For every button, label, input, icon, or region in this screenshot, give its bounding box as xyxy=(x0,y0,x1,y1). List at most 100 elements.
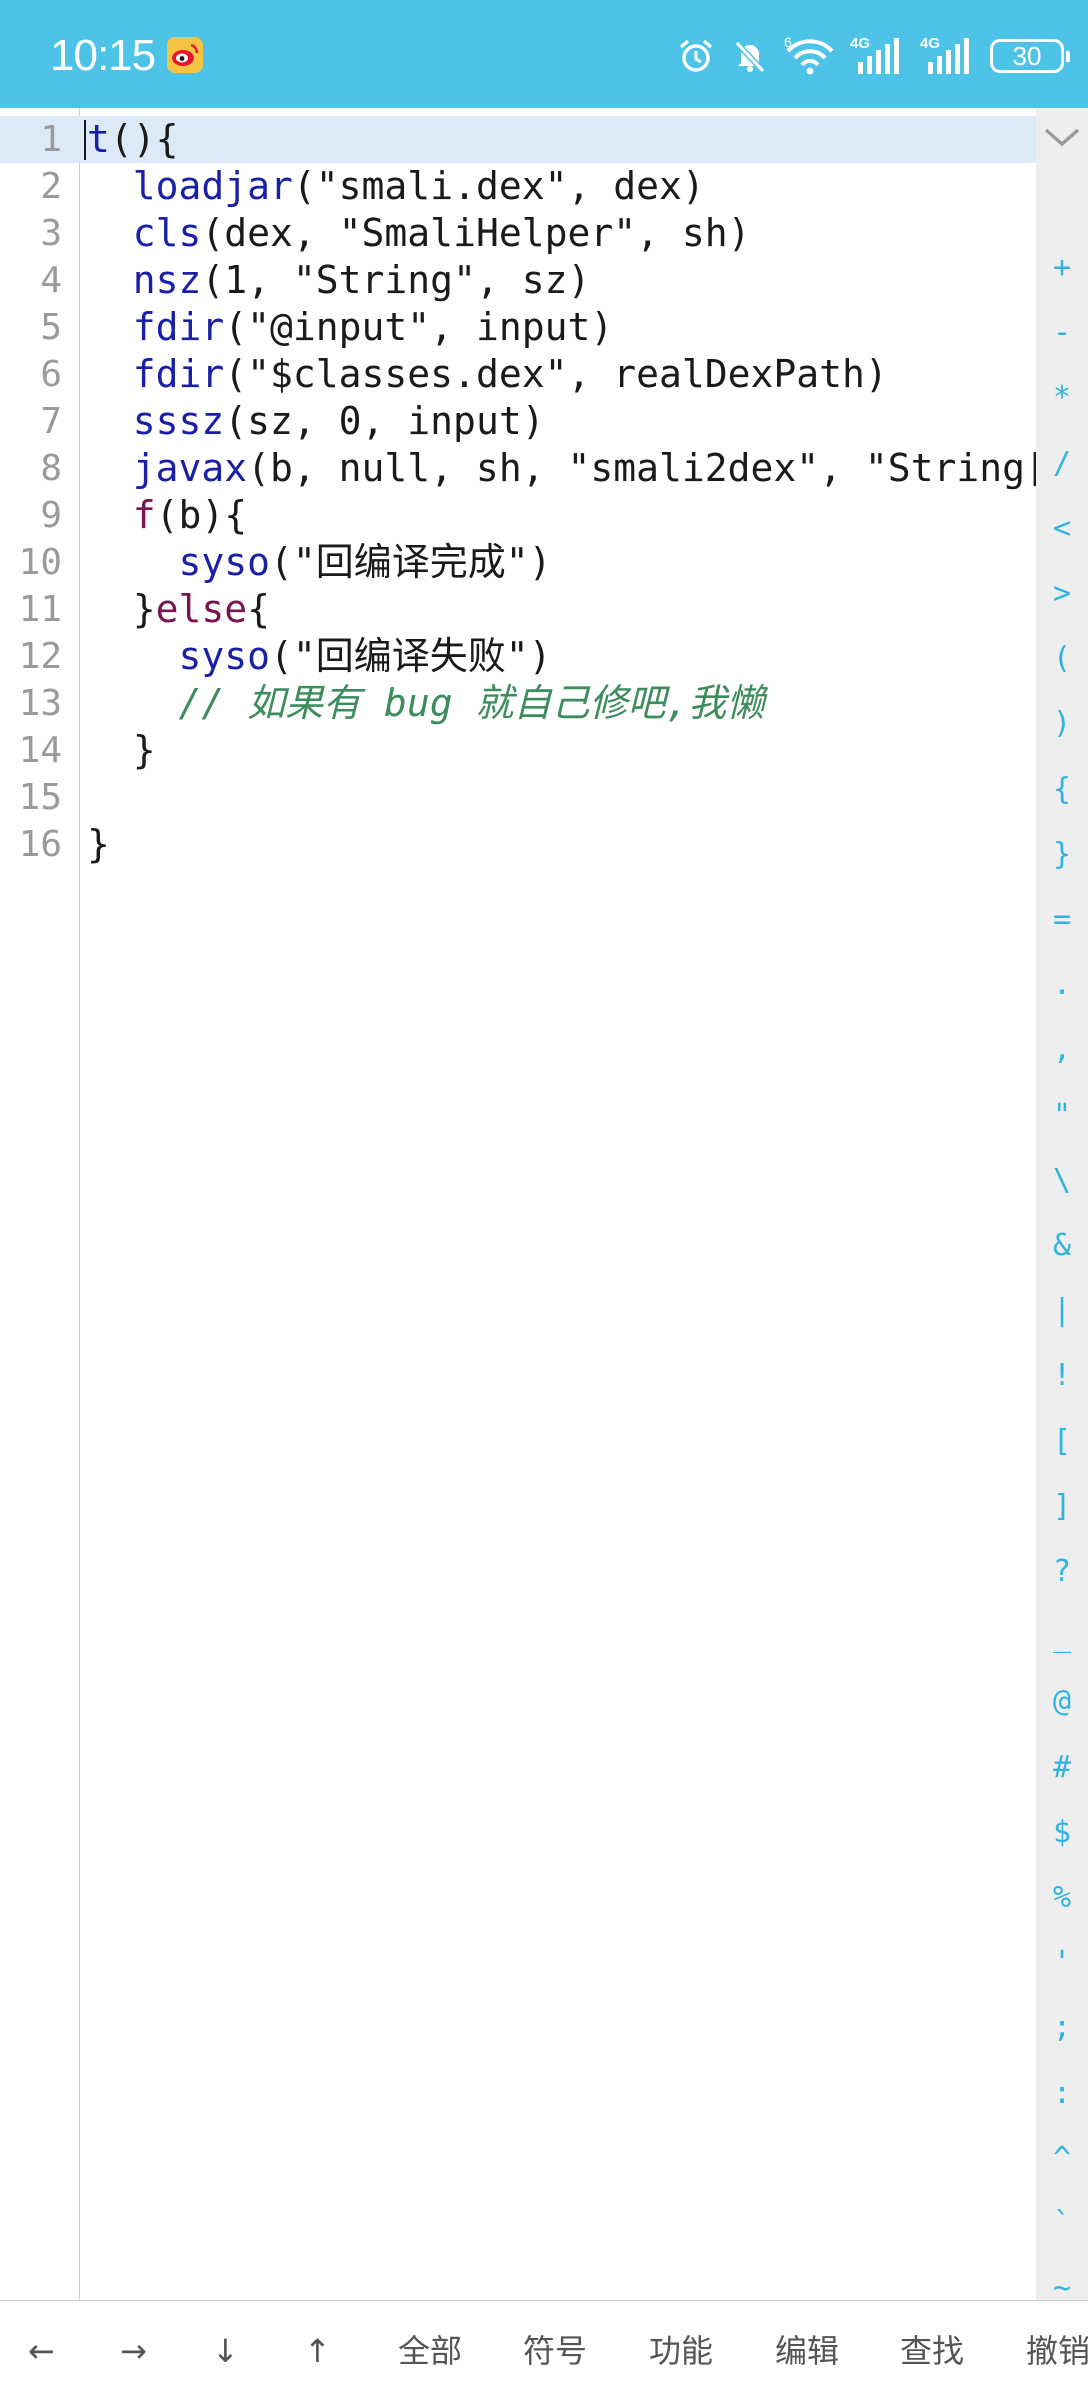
code-text: // 如果有 bug 就自己修吧,我懒 xyxy=(87,680,765,727)
functions-button[interactable]: 功能 xyxy=(649,2329,713,2373)
code-text: nsz(1, "String", sz) xyxy=(87,257,591,304)
code-token: ("$classes.dex", realDexPath) xyxy=(224,352,888,396)
symbol-key[interactable]: ; xyxy=(1036,2008,1088,2048)
symbol-key[interactable]: . xyxy=(1036,965,1088,1005)
arrow-up-button[interactable]: ↑ xyxy=(304,2329,331,2373)
code-line[interactable]: 2 loadjar("smali.dex", dex) xyxy=(0,163,1036,210)
undo-button[interactable]: 撤销 xyxy=(1026,2329,1088,2373)
find-button[interactable]: 查找 xyxy=(900,2329,964,2373)
code-line[interactable]: 16} xyxy=(0,821,1036,868)
code-line[interactable]: 11 }else{ xyxy=(0,586,1036,633)
symbol-key[interactable]: ? xyxy=(1036,1552,1088,1592)
code-line[interactable]: 15 xyxy=(0,774,1036,821)
arrow-right-button[interactable]: → xyxy=(120,2329,147,2373)
symbol-key[interactable]: % xyxy=(1036,1878,1088,1918)
symbol-key[interactable]: _ xyxy=(1036,1617,1088,1657)
code-line[interactable]: 5 fdir("@input", input) xyxy=(0,304,1036,351)
symbol-key[interactable]: ] xyxy=(1036,1487,1088,1527)
chevron-down-icon[interactable] xyxy=(1036,118,1088,158)
code-keyword: nsz xyxy=(132,258,202,302)
code-text: loadjar("smali.dex", dex) xyxy=(87,163,705,210)
code-keyword: t xyxy=(87,117,110,161)
code-line[interactable]: 4 nsz(1, "String", sz) xyxy=(0,257,1036,304)
code-text: fdir("@input", input) xyxy=(87,304,613,351)
symbol-key[interactable]: > xyxy=(1036,574,1088,614)
symbol-key[interactable]: + xyxy=(1036,248,1088,288)
arrow-down-button[interactable]: ↓ xyxy=(212,2329,239,2373)
symbol-key[interactable]: ^ xyxy=(1036,2139,1088,2179)
symbol-key[interactable]: [ xyxy=(1036,1422,1088,1462)
code-line[interactable]: 7 sssz(sz, 0, input) xyxy=(0,398,1036,445)
code-editor[interactable]: 1 t(){2 loadjar("smali.dex", dex) 3 cls(de… xyxy=(0,108,1048,2300)
symbol-key[interactable]: = xyxy=(1036,900,1088,940)
code-token: { xyxy=(247,587,271,631)
symbol-key[interactable]: " xyxy=(1036,1096,1088,1136)
line-number: 10 xyxy=(18,542,62,583)
arrow-left-button[interactable]: ← xyxy=(28,2329,55,2373)
code-text: } xyxy=(87,821,110,868)
mute-bell-icon xyxy=(734,40,766,74)
symbol-key[interactable]: , xyxy=(1036,1030,1088,1070)
code-line[interactable]: 9 f(b){ xyxy=(0,492,1036,539)
symbol-key[interactable]: * xyxy=(1036,378,1088,418)
code-token: (){ xyxy=(109,117,179,161)
code-line[interactable]: 12 syso("回编译失败") xyxy=(0,633,1036,680)
symbol-key[interactable]: ` xyxy=(1036,2204,1088,2244)
code-line[interactable]: 13 // 如果有 bug 就自己修吧,我懒 xyxy=(0,680,1036,727)
code-keyword: syso xyxy=(178,634,271,678)
symbol-key[interactable]: ' xyxy=(1036,1943,1088,1983)
code-text: syso("回编译完成") xyxy=(87,539,552,586)
code-line[interactable]: 8 javax(b, null, sh, "smali2dex", "Strin… xyxy=(0,445,1048,492)
symbol-key[interactable]: | xyxy=(1036,1291,1088,1331)
symbol-key[interactable]: \ xyxy=(1036,1161,1088,1201)
code-token: ("smali.dex", dex) xyxy=(292,164,705,208)
code-line[interactable]: 6 fdir("$classes.dex", realDexPath) xyxy=(0,351,1036,398)
line-number: 12 xyxy=(18,636,62,677)
symbol-key[interactable]: } xyxy=(1036,835,1088,875)
battery-level: 30 xyxy=(1012,40,1042,71)
symbol-key[interactable]: - xyxy=(1036,313,1088,353)
weibo-icon xyxy=(167,37,203,73)
line-number: 4 xyxy=(40,260,62,301)
alarm-icon xyxy=(679,39,713,72)
code-token: (sz, 0, input) xyxy=(224,399,545,443)
code-keyword: fdir xyxy=(132,305,225,349)
symbol-key[interactable]: # xyxy=(1036,1748,1088,1788)
code-keyword: sssz xyxy=(132,399,225,443)
code-text: sssz(sz, 0, input) xyxy=(87,398,545,445)
code-line[interactable]: 14 } xyxy=(0,727,1036,774)
line-number: 9 xyxy=(40,495,62,536)
line-number: 13 xyxy=(18,683,62,724)
symbol-key[interactable]: / xyxy=(1036,444,1088,484)
code-line[interactable]: 3 cls(dex, "SmaliHelper", sh) xyxy=(0,210,1036,257)
wifi-icon: 6 xyxy=(784,34,836,76)
symbol-key[interactable]: { xyxy=(1036,770,1088,810)
symbol-key[interactable]: : xyxy=(1036,2074,1088,2114)
line-number: 3 xyxy=(40,213,62,254)
code-token: ("@input", input) xyxy=(224,305,614,349)
code-token: } xyxy=(87,822,110,866)
code-keyword: fdir xyxy=(132,352,225,396)
symbol-key[interactable]: ) xyxy=(1036,704,1088,744)
code-token: (dex, "SmaliHelper", sh) xyxy=(201,211,751,255)
symbols-button[interactable]: 符号 xyxy=(523,2329,587,2373)
code-keyword: javax xyxy=(132,446,248,490)
code-comment: // 如果有 bug 就自己修吧,我懒 xyxy=(178,681,765,725)
symbol-key[interactable]: ! xyxy=(1036,1356,1088,1396)
code-token: } xyxy=(87,728,156,772)
code-line[interactable]: 10 syso("回编译完成") xyxy=(0,539,1036,586)
edit-button[interactable]: 编辑 xyxy=(775,2329,839,2373)
code-line[interactable]: 1 t(){ xyxy=(0,116,1036,163)
symbol-key[interactable]: @ xyxy=(1036,1682,1088,1722)
symbol-key[interactable]: ( xyxy=(1036,639,1088,679)
select-all-button[interactable]: 全部 xyxy=(398,2329,462,2373)
symbol-key[interactable]: < xyxy=(1036,509,1088,549)
symbol-key[interactable]: & xyxy=(1036,1226,1088,1266)
text-cursor xyxy=(84,120,86,160)
symbol-key[interactable]: $ xyxy=(1036,1813,1088,1853)
bottom-toolbar: ← → ↓ ↑ 全部 符号 功能 编辑 查找 撤销 xyxy=(0,2300,1088,2400)
